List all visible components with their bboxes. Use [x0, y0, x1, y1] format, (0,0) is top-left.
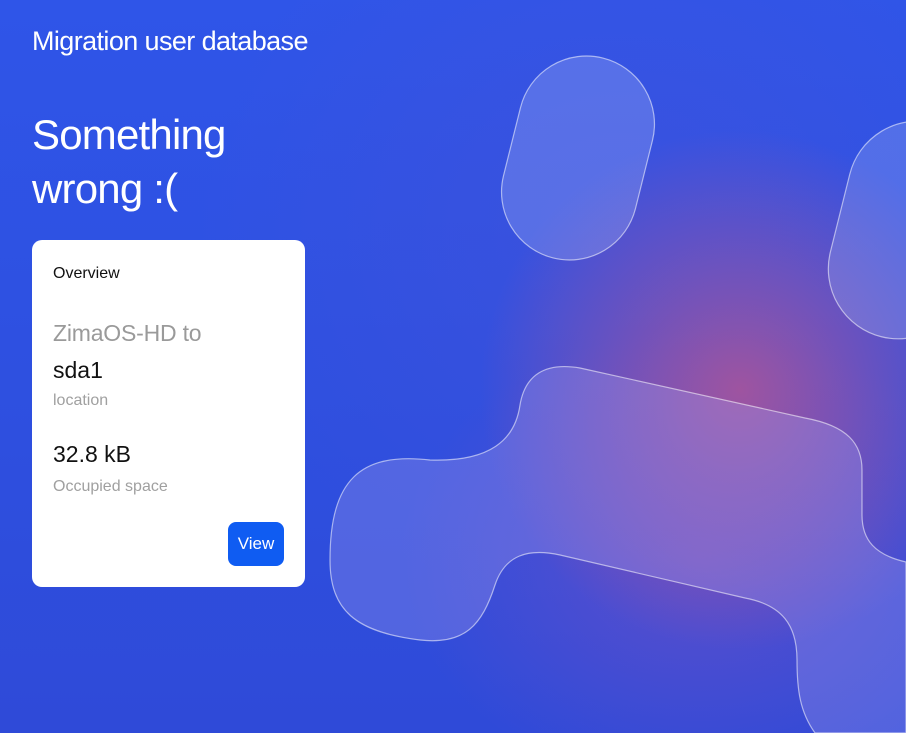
pill-shape-right	[827, 120, 906, 340]
occupied-space-label: Occupied space	[53, 478, 168, 495]
source-path: ZimaOS-HD to	[53, 320, 202, 346]
error-headline: Something wrong :(	[32, 111, 226, 212]
app-title: Migration user database	[32, 26, 308, 56]
pill-shape-top	[500, 55, 656, 261]
target-path: sda1	[53, 357, 103, 383]
occupied-space-value: 32.8 kB	[53, 441, 131, 467]
overview-card: Overview ZimaOS-HD to sda1 location 32.8…	[32, 240, 305, 587]
blob-shape-middle	[329, 366, 906, 733]
view-button[interactable]: View	[228, 522, 284, 566]
location-label: location	[53, 392, 109, 409]
card-title: Overview	[53, 265, 120, 282]
